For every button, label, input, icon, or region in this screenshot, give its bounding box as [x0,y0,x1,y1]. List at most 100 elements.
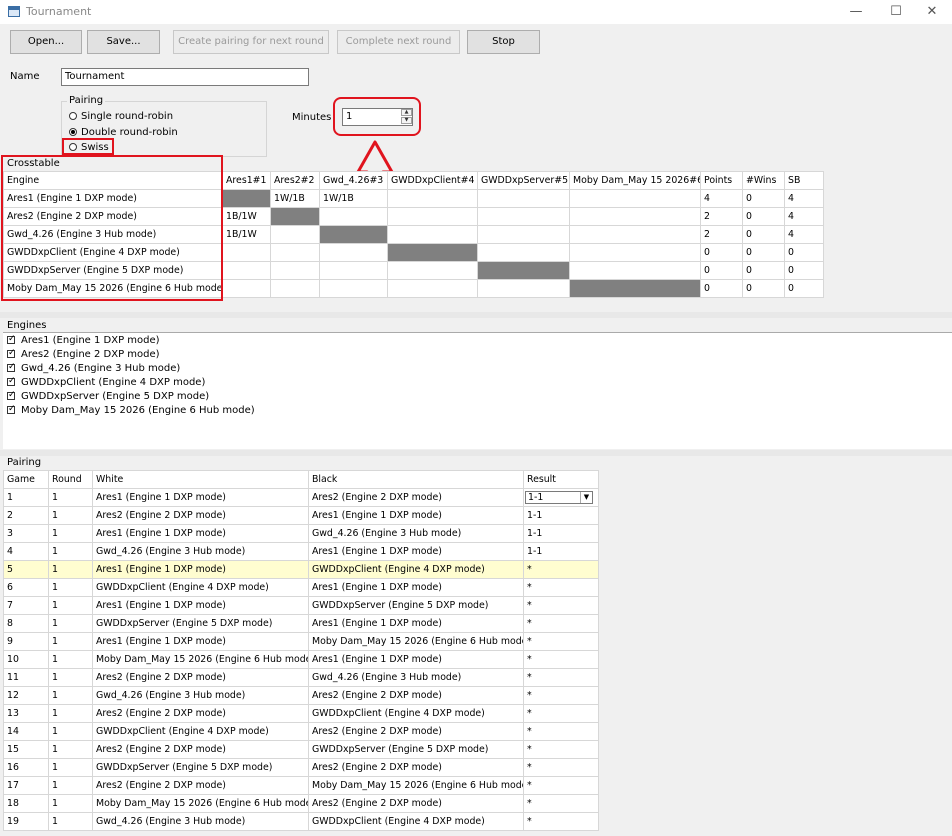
crosstable-column-header[interactable]: GWDDxpClient#4 [387,171,478,190]
save-button[interactable]: Save... [87,30,160,54]
pairing-column-header[interactable]: White [92,470,309,489]
table-row[interactable]: 8 1 GWDDxpServer (Engine 5 DXP mode) Ares1 … [3,614,599,633]
close-button[interactable]: ✕ [912,2,952,22]
pairing-cell: * [523,812,599,831]
pairing-cell: Gwd_4.26 (Engine 3 Hub mode) [308,524,524,543]
table-row[interactable]: 18 1 Moby Dam_May 15 2026 (Engine 6 Hub mo… [3,794,599,813]
table-row[interactable]: 16 1 GWDDxpServer (Engine 5 DXP mode) Ares2… [3,758,599,777]
crosstable-column-header[interactable]: Points [700,171,743,190]
crosstable-column-header[interactable]: #Wins [742,171,785,190]
crosstable-cell: 4 [784,225,824,244]
pairing-cell: * [523,758,599,777]
crosstable-cell [270,243,320,262]
table-row[interactable]: 11 1 Ares2 (Engine 2 DXP mode) Gwd_4.26 (En… [3,668,599,687]
maximize-button[interactable]: ☐ [876,2,916,22]
pairing-cell: Gwd_4.26 (Engine 3 Hub mode) [92,686,309,705]
pairing-cell: Ares1 (Engine 1 DXP mode) [92,596,309,615]
name-input[interactable]: Tournament [61,68,309,86]
crosstable-cell [569,207,701,226]
table-row[interactable]: 10 1 Moby Dam_May 15 2026 (Engine 6 Hub mo… [3,650,599,669]
engine-name: Moby Dam_May 15 2026 (Engine 6 Hub mode) [21,405,255,416]
checkbox-checked-icon[interactable] [7,375,16,387]
pairing-cell: 14 [3,722,49,741]
crosstable-diagonal-cell [270,207,320,226]
pairing-cell: 1 [48,488,93,507]
crosstable-column-header[interactable]: SB [784,171,824,190]
pairing-group-label: Pairing [67,95,106,106]
splitter[interactable] [0,450,952,456]
table-row[interactable]: 2 1 Ares2 (Engine 2 DXP mode) Ares1 (Engine… [3,506,599,525]
pairing-cell: Ares2 (Engine 2 DXP mode) [308,722,524,741]
pairing-cell: 8 [3,614,49,633]
table-row[interactable]: 1 1 Ares1 (Engine 1 DXP mode) Ares2 (Engine… [3,488,599,507]
crosstable-cell: 1W/1B [270,189,320,208]
pairing-cell: Moby Dam_May 15 2026 (Engine 6 Hub mode) [92,794,309,813]
table-row[interactable]: 4 1 Gwd_4.26 (Engine 3 Hub mode) Ares1 (Eng… [3,542,599,561]
open-button[interactable]: Open... [10,30,82,54]
pairing-column-header[interactable]: Round [48,470,93,489]
table-row[interactable]: 17 1 Ares2 (Engine 2 DXP mode) Moby Dam_May… [3,776,599,795]
pairing-cell: 1 [48,776,93,795]
stop-button[interactable]: Stop [467,30,540,54]
engine-list-item[interactable]: GWDDxpServer (Engine 5 DXP mode) [7,389,209,402]
table-row[interactable]: 14 1 GWDDxpClient (Engine 4 DXP mode) Ares2… [3,722,599,741]
engine-list-item[interactable]: Gwd_4.26 (Engine 3 Hub mode) [7,361,180,374]
engines-list: Ares1 (Engine 1 DXP mode) Ares2 (Engine 2… [3,332,952,449]
engine-list-item[interactable]: Ares2 (Engine 2 DXP mode) [7,347,160,360]
minutes-label-text: Minutes [292,112,332,123]
table-row[interactable]: 6 1 GWDDxpClient (Engine 4 DXP mode) Ares1 … [3,578,599,597]
create-pairing-button[interactable]: Create pairing for next round [173,30,329,54]
pairing-cell: 1 [48,632,93,651]
chevron-down-icon[interactable]: ▼ [580,492,592,503]
engine-list-item[interactable]: GWDDxpClient (Engine 4 DXP mode) [7,375,206,388]
radio-double-round-robin[interactable]: Double round-robin [69,127,178,138]
crosstable-cell: 0 [784,279,824,298]
table-row[interactable]: 15 1 Ares2 (Engine 2 DXP mode) GWDDxpServer… [3,740,599,759]
pairing-cell: Ares1 (Engine 1 DXP mode) [92,488,309,507]
engine-name: GWDDxpClient (Engine 4 DXP mode) [21,377,206,388]
table-row[interactable]: 5 1 Ares1 (Engine 1 DXP mode) GWDDxpClient … [3,560,599,579]
checkbox-checked-icon[interactable] [7,333,16,345]
pairing-cell: Ares1 (Engine 1 DXP mode) [92,524,309,543]
checkbox-checked-icon[interactable] [7,389,16,401]
pairing-column-header[interactable]: Black [308,470,524,489]
complete-round-button[interactable]: Complete next round [337,30,460,54]
crosstable-column-header[interactable]: GWDDxpServer#5 [477,171,570,190]
pairing-column-header[interactable]: Game [3,470,49,489]
pairing-cell: * [523,794,599,813]
table-row[interactable]: 12 1 Gwd_4.26 (Engine 3 Hub mode) Ares2 (En… [3,686,599,705]
minutes-highlight-box [333,97,421,136]
table-row[interactable]: 3 1 Ares1 (Engine 1 DXP mode) Gwd_4.26 (Eng… [3,524,599,543]
pairing-cell: 2 [3,506,49,525]
pairing-column-header[interactable]: Result [523,470,599,489]
checkbox-checked-icon[interactable] [7,403,16,415]
minimize-button[interactable]: — [836,2,876,22]
table-row[interactable]: 9 1 Ares1 (Engine 1 DXP mode) Moby Dam_May … [3,632,599,651]
pairing-cell: 1 [3,488,49,507]
engine-list-item[interactable]: Moby Dam_May 15 2026 (Engine 6 Hub mode) [7,403,255,416]
engine-list-item[interactable]: Ares1 (Engine 1 DXP mode) [7,333,160,346]
radio-single-round-robin[interactable]: Single round-robin [69,111,173,122]
pairing-cell: * [523,632,599,651]
crosstable-column-header[interactable]: Ares2#2 [270,171,320,190]
checkbox-checked-icon[interactable] [7,361,16,373]
table-row[interactable]: 13 1 Ares2 (Engine 2 DXP mode) GWDDxpClient… [3,704,599,723]
crosstable-cell: 1W/1B [319,189,388,208]
checkbox-checked-icon[interactable] [7,347,16,359]
pairing-cell: GWDDxpServer (Engine 5 DXP mode) [92,758,309,777]
pairing-cell: Ares1 (Engine 1 DXP mode) [92,560,309,579]
pairing-cell: 12 [3,686,49,705]
crosstable-column-header[interactable]: Gwd_4.26#3 [319,171,388,190]
splitter[interactable] [0,312,952,318]
crosstable-cell [319,261,388,280]
pairing-cell: GWDDxpClient (Engine 4 DXP mode) [92,578,309,597]
pairing-cell: Moby Dam_May 15 2026 (Engine 6 Hub mode) [308,632,524,651]
crosstable-column-header[interactable]: Moby Dam_May 15 2026#6 [569,171,701,190]
table-row[interactable]: 7 1 Ares1 (Engine 1 DXP mode) GWDDxpServer … [3,596,599,615]
pairing-cell: 1 [48,524,93,543]
table-row[interactable]: 19 1 Gwd_4.26 (Engine 3 Hub mode) GWDDxpCli… [3,812,599,831]
crosstable-cell: 0 [742,225,785,244]
crosstable-column-header[interactable]: Ares1#1 [222,171,271,190]
pairing-cell: Moby Dam_May 15 2026 (Engine 6 Hub mode) [308,776,524,795]
result-combobox[interactable]: 1-1 ▼ [525,491,593,504]
